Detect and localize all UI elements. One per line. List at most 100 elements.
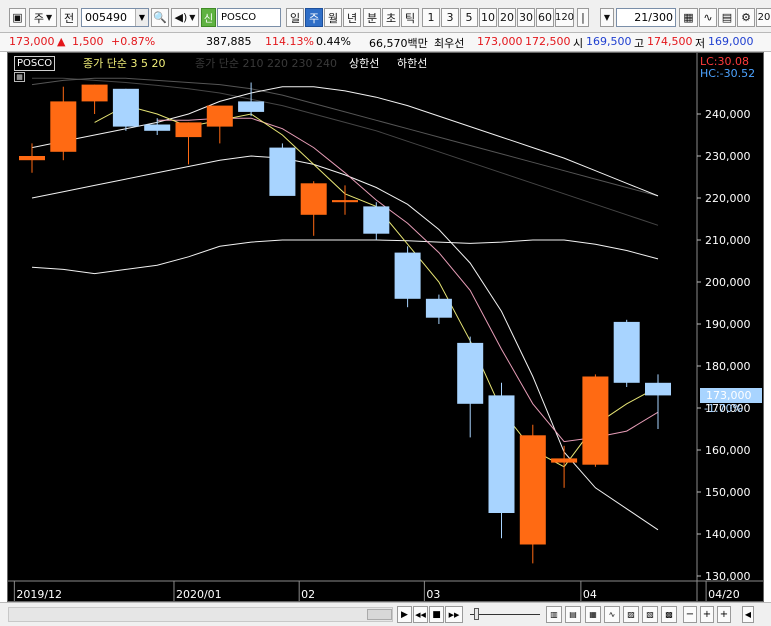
legend-lower-limit: 하한선 [397, 57, 428, 70]
best-bid: 172,500 [525, 35, 571, 48]
high-label: 고 [634, 37, 645, 50]
hc-value: HC:-30.52 [700, 67, 756, 80]
gear-icon[interactable]: ⚙ [737, 8, 755, 27]
zoom-out-button[interactable]: − [683, 606, 697, 623]
period-sec-button[interactable]: 초 [382, 8, 400, 27]
x-tick-label: 02 [301, 588, 315, 601]
candle-body [19, 156, 45, 161]
open-price: 169,500 [586, 35, 632, 48]
period-week-label: 주 [308, 11, 320, 25]
period-year-button[interactable]: 년 [343, 8, 361, 27]
candle-body [519, 435, 546, 545]
candle-body [394, 252, 421, 299]
best-ask-label: 최우선 [434, 37, 465, 50]
grid-icon[interactable]: ▦ [679, 8, 698, 27]
interval-button[interactable]: 60 [536, 8, 554, 27]
period-day-button[interactable]: 일 [286, 8, 304, 27]
interval-label: 1 [427, 11, 435, 24]
market-type-label: 주 [33, 11, 44, 25]
interval-button[interactable]: 5 [460, 8, 478, 27]
candle-body [269, 147, 296, 196]
speaker-icon[interactable]: ◀) ▼ [171, 8, 199, 27]
candle-body [425, 298, 452, 318]
zoom-in-button-alt[interactable]: + [717, 606, 731, 623]
fast-forward-button[interactable]: ▶▶ [445, 606, 463, 623]
horizontal-scrollbar[interactable] [8, 607, 393, 622]
stock-name: POSCO [221, 12, 257, 23]
period-week-button[interactable]: 주 [305, 8, 323, 27]
high-price: 174,500 [647, 35, 693, 48]
line-chart-icon[interactable]: ∿ [604, 606, 620, 623]
interval-button[interactable]: 10 [479, 8, 497, 27]
credit-badge: 신 [201, 8, 216, 27]
period-month-button[interactable]: 월 [324, 8, 342, 27]
chevron-down-icon[interactable]: ▼ [135, 9, 148, 26]
y-tick-label: 180,000 [705, 360, 751, 373]
x-tick-label: 04 [583, 588, 597, 601]
interval-button[interactable]: 30 [517, 8, 535, 27]
market-type-select[interactable]: 주 ▼ [29, 8, 57, 27]
volume-chart-icon[interactable]: ▧ [642, 606, 658, 623]
interval-label: 120 [554, 12, 575, 23]
candle-body [363, 206, 390, 234]
candle-body [112, 88, 139, 127]
stop-button[interactable]: ■ [429, 606, 444, 623]
search-icon[interactable]: 🔍 [151, 8, 169, 27]
price-chart[interactable]: 130,000 140,000 150,000 160,000 170,000 180,0… [7, 52, 764, 602]
interval-label: 60 [538, 11, 552, 24]
interval-button[interactable]: 20 [498, 8, 516, 27]
price-change: 1,500 [72, 35, 104, 48]
zoom-in-button[interactable]: + [700, 606, 714, 623]
candle-body [175, 122, 202, 138]
chart-canvas[interactable]: 130,000140,000150,000160,000170,000180,0… [8, 53, 764, 602]
code-input[interactable]: 005490 ▼ [81, 8, 149, 27]
period-tick-button[interactable]: 틱 [401, 8, 419, 27]
bar-chart-alt-icon[interactable]: ▤ [565, 606, 581, 623]
interval-label: 30 [519, 11, 533, 24]
turnover-rate: 0.44% [316, 35, 351, 48]
interval-button[interactable]: 1 [422, 8, 440, 27]
stock-name-field[interactable]: POSCO [217, 8, 281, 27]
candle-chart-icon[interactable]: ▦ [585, 606, 601, 623]
zoom-slider[interactable] [470, 608, 540, 621]
current-change-marker: -1.70% [704, 402, 743, 415]
period-sec-label: 초 [385, 11, 397, 25]
period-month-label: 월 [327, 11, 339, 25]
low-label: 저 [695, 37, 706, 50]
interval-button[interactable]: 3 [441, 8, 459, 27]
candle-body [582, 376, 609, 465]
candle-body [551, 458, 578, 463]
collapse-button[interactable]: ◀ [742, 606, 754, 623]
bar-chart-icon[interactable]: ▥ [546, 606, 562, 623]
quote-bar: 173,000 ▲ 1,500 +0.87% 387,885 114.13% 0… [0, 33, 771, 52]
save-icon[interactable]: ▤ [718, 8, 736, 27]
window-icon[interactable]: ▣ [9, 8, 26, 27]
legend-stock-name[interactable]: POSCO [14, 56, 56, 71]
scrollbar-thumb[interactable] [367, 609, 392, 620]
interval-more-button[interactable]: | [577, 8, 589, 27]
rewind-button[interactable]: ◀◀ [413, 606, 428, 623]
period-year-label: 년 [346, 11, 358, 25]
period-min-button[interactable]: 분 [363, 8, 381, 27]
chevron-down-icon[interactable]: ▼ [600, 8, 614, 27]
chart-tool-icon[interactable]: ∿ [699, 8, 717, 27]
volume-ratio: 114.13% [265, 35, 314, 48]
up-arrow-icon: ▲ [57, 35, 66, 48]
compare-chart-icon[interactable]: ▨ [623, 606, 639, 623]
candle-body [144, 124, 171, 131]
count-input[interactable]: 21/300 [616, 8, 676, 27]
settings-chart-icon[interactable]: ▩ [661, 606, 677, 623]
play-button[interactable]: ▶ [397, 606, 412, 623]
interval-label: 20 [500, 11, 514, 24]
table-icon[interactable]: ▦ [14, 72, 25, 82]
zoom-slider-handle[interactable] [474, 608, 479, 620]
interval-button[interactable]: 120 [555, 8, 574, 27]
current-price: 173,000 [9, 35, 55, 48]
x-tick-label: 04/20 [708, 588, 740, 601]
edge-button[interactable]: 20 [756, 8, 771, 27]
market-sub-button[interactable]: 전 [60, 8, 78, 27]
current-price-marker: 173,000 [700, 388, 762, 403]
interval-label: 10 [481, 11, 495, 24]
code-value: 005490 [85, 11, 127, 24]
interval-label: 3 [446, 11, 454, 24]
